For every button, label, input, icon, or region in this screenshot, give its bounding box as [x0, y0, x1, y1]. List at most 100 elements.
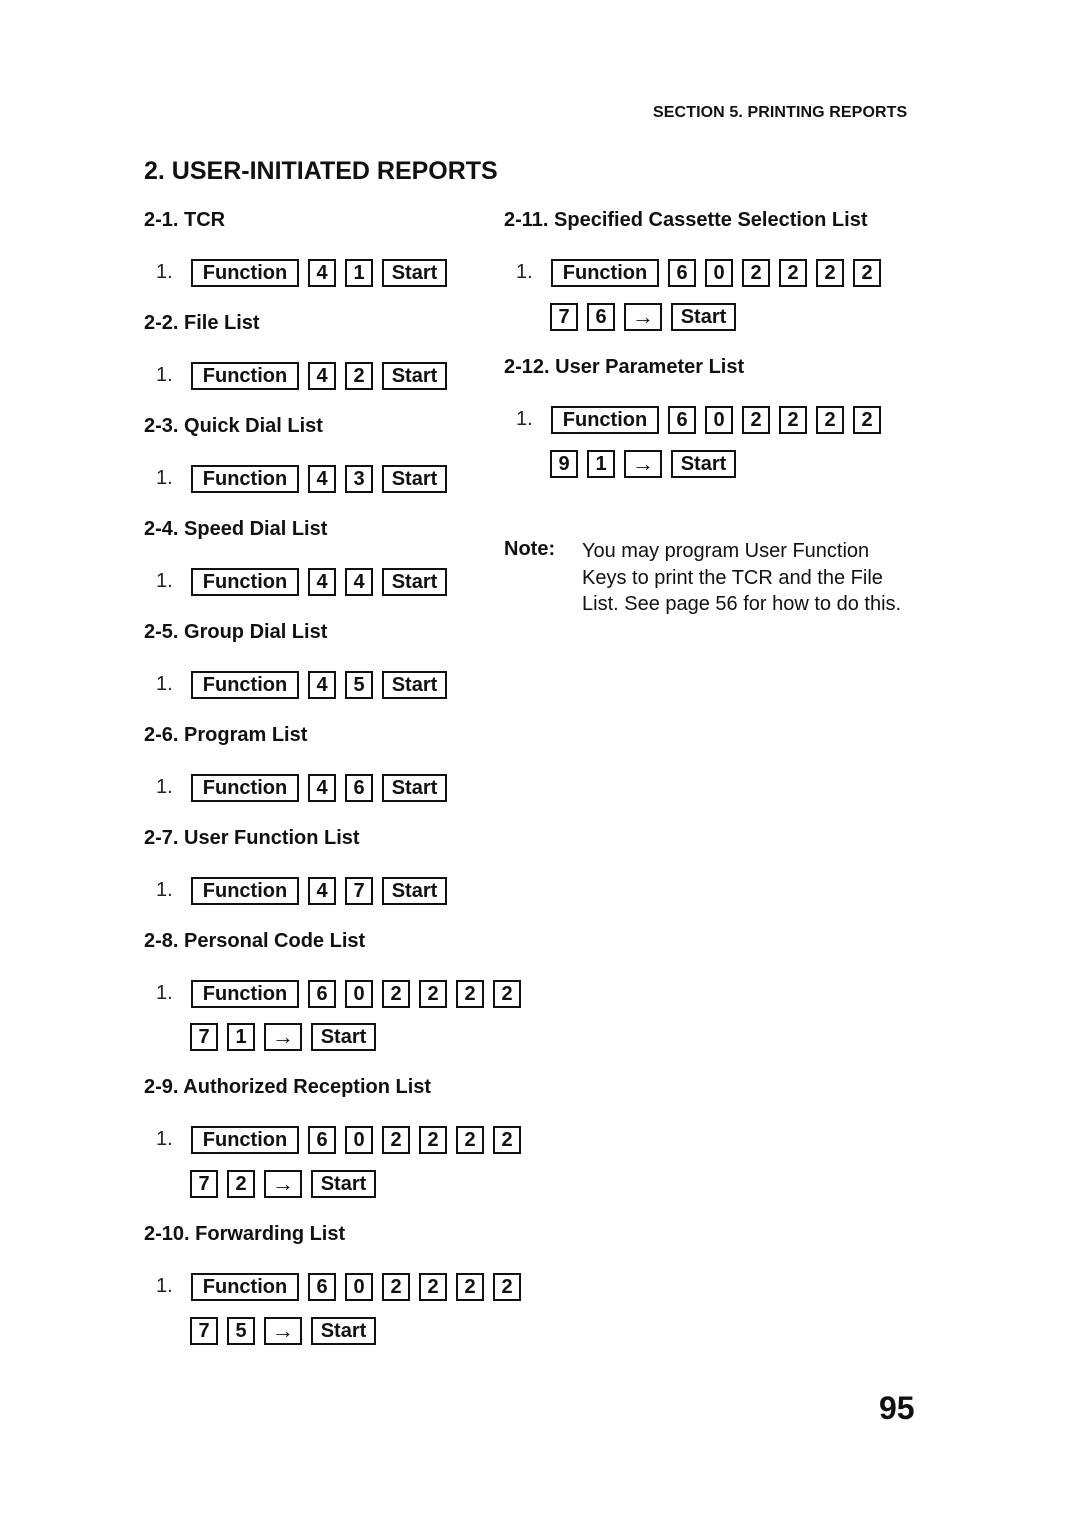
section-heading: 2-12. User Parameter List: [504, 356, 745, 378]
digit-key-2: 2: [419, 1126, 447, 1154]
digit-key-2: 2: [742, 259, 770, 287]
step-number: 1.: [156, 261, 173, 283]
digit-key-6: 6: [308, 1126, 336, 1154]
digit-key-2: 2: [456, 980, 484, 1008]
step-number: 1.: [156, 673, 173, 695]
function-key: Function: [191, 1273, 299, 1301]
arrow-right-key: →: [264, 1170, 302, 1198]
note-line: Keys to print the TCR and the File: [582, 566, 883, 589]
step-number: 1.: [516, 408, 533, 430]
start-key: Start: [382, 877, 447, 905]
digit-key-6: 6: [668, 259, 696, 287]
start-key: Start: [311, 1023, 376, 1051]
key-sequence: Function 4 7 Start: [191, 877, 447, 905]
key-sequence: Function 4 1 Start: [191, 259, 447, 287]
section-heading: 2-4. Speed Dial List: [144, 518, 328, 540]
digit-key-2: 2: [742, 406, 770, 434]
start-key: Start: [382, 259, 447, 287]
function-key: Function: [551, 259, 659, 287]
digit-key-6: 6: [308, 1273, 336, 1301]
function-key: Function: [191, 259, 299, 287]
digit-key-2: 2: [456, 1126, 484, 1154]
digit-key-5: 5: [227, 1317, 255, 1345]
step-number: 1.: [156, 776, 173, 798]
digit-key-4: 4: [308, 362, 336, 390]
digit-key-2: 2: [779, 406, 807, 434]
digit-key-4: 4: [308, 774, 336, 802]
digit-key-7: 7: [190, 1023, 218, 1051]
digit-key-2: 2: [816, 406, 844, 434]
digit-key-2: 2: [493, 1126, 521, 1154]
digit-key-6: 6: [308, 980, 336, 1008]
start-key: Start: [671, 303, 736, 331]
section-heading: 2-11. Specified Cassette Selection List: [504, 209, 868, 231]
section-heading: 2-6. Program List: [144, 724, 308, 746]
arrow-right-key: →: [624, 303, 662, 331]
digit-key-2: 2: [493, 980, 521, 1008]
section-heading: 2-10. Forwarding List: [144, 1223, 346, 1245]
digit-key-4: 4: [308, 259, 336, 287]
digit-key-2: 2: [419, 980, 447, 1008]
function-key: Function: [191, 568, 299, 596]
digit-key-2: 2: [853, 259, 881, 287]
start-key: Start: [382, 568, 447, 596]
digit-key-4: 4: [308, 465, 336, 493]
start-key: Start: [382, 671, 447, 699]
digit-key-2: 2: [853, 406, 881, 434]
digit-key-2: 2: [382, 1273, 410, 1301]
function-key: Function: [191, 877, 299, 905]
digit-key-3: 3: [345, 465, 373, 493]
start-key: Start: [311, 1170, 376, 1198]
section-heading: 2-2. File List: [144, 312, 260, 334]
digit-key-2: 2: [382, 980, 410, 1008]
step-number: 1.: [156, 467, 173, 489]
function-key: Function: [191, 465, 299, 493]
digit-key-0: 0: [345, 1126, 373, 1154]
key-sequence: Function 4 5 Start: [191, 671, 447, 699]
function-key: Function: [191, 774, 299, 802]
key-sequence: Function 4 4 Start: [191, 568, 447, 596]
section-heading: 2-8. Personal Code List: [144, 930, 366, 952]
function-key: Function: [551, 406, 659, 434]
digit-key-2: 2: [493, 1273, 521, 1301]
digit-key-7: 7: [345, 877, 373, 905]
digit-key-7: 7: [190, 1170, 218, 1198]
start-key: Start: [382, 362, 447, 390]
digit-key-7: 7: [550, 303, 578, 331]
key-sequence: Function 6 0 2 2 2 2: [191, 1126, 521, 1154]
step-number: 1.: [156, 1275, 173, 1297]
key-sequence: Function 6 0 2 2 2 2: [191, 1273, 521, 1301]
digit-key-6: 6: [587, 303, 615, 331]
page-title: 2. USER-INITIATED REPORTS: [144, 157, 498, 185]
section-header: SECTION 5. PRINTING REPORTS: [653, 104, 908, 121]
start-key: Start: [382, 465, 447, 493]
arrow-right-key: →: [264, 1317, 302, 1345]
function-key: Function: [191, 980, 299, 1008]
step-number: 1.: [156, 570, 173, 592]
arrow-right-key: →: [264, 1023, 302, 1051]
note-line: List. See page 56 for how to do this.: [582, 593, 902, 615]
digit-key-1: 1: [345, 259, 373, 287]
digit-key-4: 4: [308, 671, 336, 699]
function-key: Function: [191, 671, 299, 699]
digit-key-6: 6: [345, 774, 373, 802]
section-heading: 2-5. Group Dial List: [144, 621, 328, 643]
step-number: 1.: [156, 982, 173, 1004]
digit-key-2: 2: [227, 1170, 255, 1198]
digit-key-4: 4: [308, 568, 336, 596]
key-sequence: Function 4 6 Start: [191, 774, 447, 802]
digit-key-2: 2: [345, 362, 373, 390]
key-sequence: Function 6 0 2 2 2 2: [551, 259, 881, 287]
key-sequence: Function 4 3 Start: [191, 465, 447, 493]
note-line: You may program User Function: [582, 540, 870, 562]
digit-key-0: 0: [345, 1273, 373, 1301]
digit-key-1: 1: [587, 450, 615, 478]
step-number: 1.: [516, 261, 533, 283]
function-key: Function: [191, 362, 299, 390]
step-number: 1.: [156, 364, 173, 386]
digit-key-6: 6: [668, 406, 696, 434]
key-sequence: 7 5 → Start: [190, 1317, 376, 1345]
key-sequence: 9 1 → Start: [550, 450, 736, 478]
note-label: Note:: [504, 538, 556, 560]
function-key: Function: [191, 1126, 299, 1154]
